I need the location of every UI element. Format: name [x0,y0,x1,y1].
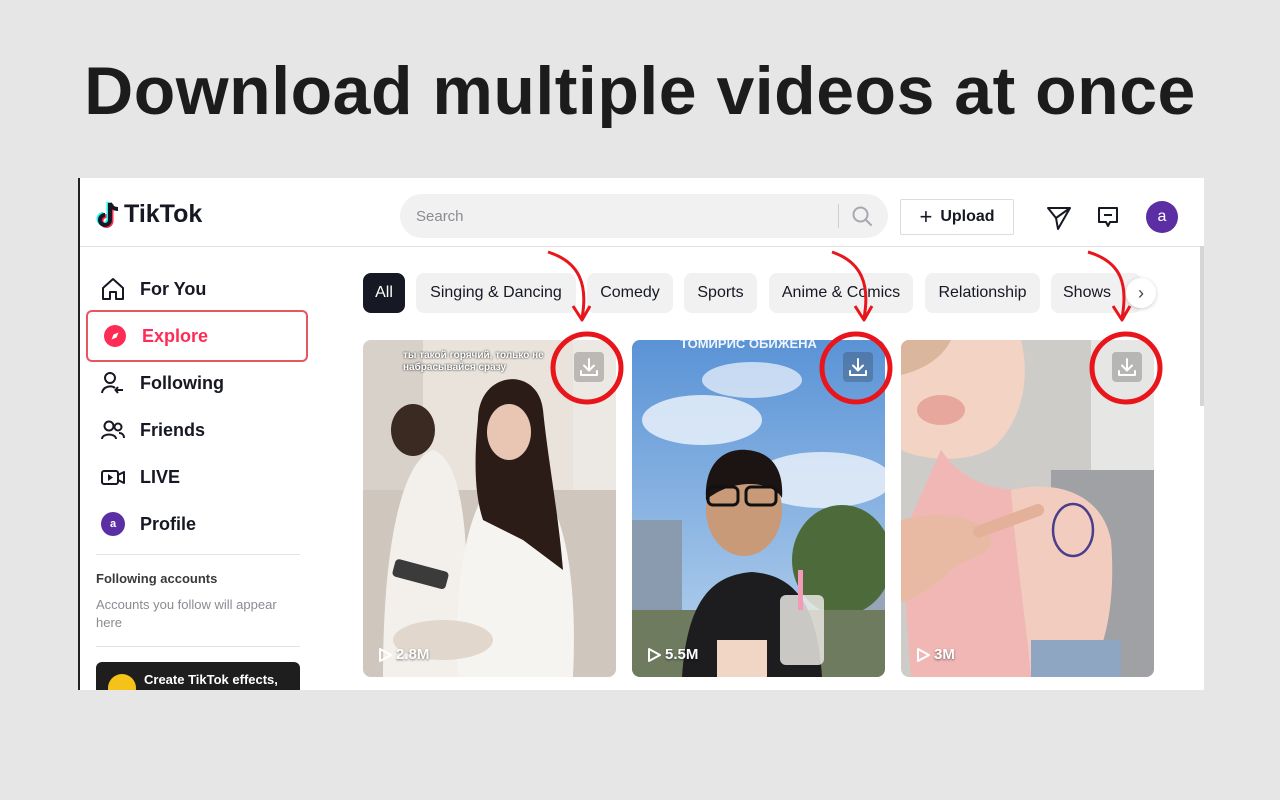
tab-anime-comics[interactable]: Anime & Comics [769,273,913,313]
tiktok-note-icon [96,201,119,228]
sidebar-divider [96,554,300,555]
search-bar [400,194,888,238]
video-caption: ТОМИРИС ОБИЖЕНА [680,340,817,351]
compass-icon [102,323,128,349]
tiktok-logo[interactable]: TikTok [96,200,202,229]
sidebar-item-live[interactable]: LIVE [86,454,308,500]
play-icon [648,647,661,662]
live-icon [100,464,126,490]
search-divider [838,204,839,228]
tab-singing-dancing[interactable]: Singing & Dancing [416,273,576,313]
download-button[interactable] [574,352,604,382]
sidebar-item-label: Explore [142,325,209,346]
play-icon [917,647,930,662]
sidebar-item-following[interactable]: Following [86,360,308,406]
following-accounts-hint: Accounts you follow will appear here [96,597,277,630]
avatar[interactable]: a [1146,201,1178,233]
sidebar-item-label: For You [140,278,207,299]
sidebar-item-friends[interactable]: Friends [86,407,308,453]
sidebar-item-label: Profile [140,513,197,534]
logo-text: TikTok [124,200,203,228]
avatar: a [100,511,126,537]
video-card[interactable]: 3M [901,340,1154,677]
download-icon [849,358,867,376]
download-icon [1118,358,1136,376]
search-input[interactable] [416,194,826,238]
view-count: 5.5M [646,646,698,663]
create-effects-banner[interactable]: Create TikTok effects, [96,662,300,690]
upload-button[interactable]: + Upload [900,199,1014,235]
video-thumbnail [901,340,1154,677]
sidebar-item-profile[interactable]: a Profile [86,501,308,547]
tab-comedy[interactable]: Comedy [587,273,673,313]
download-button[interactable] [1112,352,1142,382]
tab-all[interactable]: All [363,273,405,313]
play-icon [379,647,392,662]
scrollbar[interactable] [1200,246,1204,406]
search-button[interactable] [848,204,876,228]
effects-label: Create TikTok effects, [144,672,278,687]
view-count: 2.8M [377,646,429,663]
following-accounts-title: Following accounts [96,571,218,586]
effects-coin-icon [108,674,136,690]
tab-relationship[interactable]: Relationship [925,273,1040,313]
sidebar-item-label: LIVE [140,466,181,487]
tiktok-window: TikTok + Upload a [78,178,1204,690]
top-bar: TikTok + Upload a [80,178,1204,247]
video-caption: ты такой горячий, только не набрасывайся… [403,350,544,373]
video-thumbnail [363,340,616,677]
friends-icon [100,417,126,443]
sidebar-item-label: Friends [140,419,206,440]
headline: Download multiple videos at once [84,53,1196,129]
sidebar: For You Explore Following Friends LIVE a… [80,246,320,690]
search-icon [852,206,872,226]
sidebar-item-for-you[interactable]: For You [86,266,308,312]
video-card[interactable]: ТОМИРИС ОБИЖЕНА 5.5M [632,340,885,677]
inbox-icon[interactable] [1096,205,1120,229]
view-count: 3M [915,646,955,663]
plus-icon: + [919,204,933,229]
download-icon [580,358,598,376]
chevron-right-icon[interactable]: › [1126,278,1156,308]
video-card[interactable]: ты такой горячий, только не набрасывайся… [363,340,616,677]
sidebar-divider [96,646,300,647]
send-icon[interactable] [1046,205,1072,231]
sidebar-item-explore[interactable]: Explore [86,310,308,362]
home-icon [100,276,126,302]
following-icon [100,370,126,396]
sidebar-item-label: Following [140,372,224,393]
video-thumbnail [632,340,885,677]
download-button[interactable] [843,352,873,382]
upload-label: Upload [940,208,995,225]
tab-sports[interactable]: Sports [684,273,757,313]
